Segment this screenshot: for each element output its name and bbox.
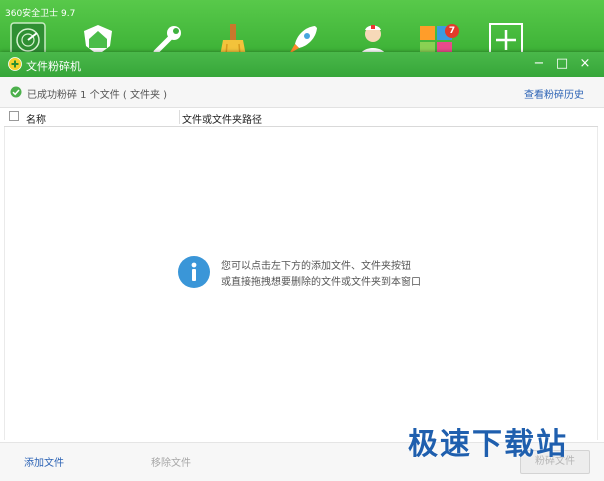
site-watermark: 极速下载站 (408, 427, 568, 462)
dialog-titlebar: 文件粉碎机 − □ × (0, 52, 604, 77)
status-bar: 已成功粉碎 1 个文件 ( 文件夹 ) 查看粉碎历史 (0, 77, 604, 108)
hint-text-line-1: 您可以点击左下方的添加文件、文件夹按钮 (221, 261, 411, 272)
view-history-link[interactable]: 查看粉碎历史 (524, 86, 584, 101)
file-table-header: 名称 文件或文件夹路径 (4, 108, 598, 127)
column-divider[interactable] (179, 110, 180, 124)
dialog-title: 文件粉碎机 (26, 60, 81, 73)
add-file-button[interactable]: 添加文件 (24, 454, 64, 469)
remove-file-button[interactable]: 移除文件 (151, 454, 191, 469)
success-check-icon (10, 86, 22, 98)
maximize-button[interactable]: □ (553, 55, 571, 73)
info-icon (178, 256, 210, 288)
app-title: 360安全卫士 9.7 (5, 9, 76, 19)
shredder-logo-icon (8, 57, 22, 71)
file-drop-list[interactable]: 您可以点击左下方的添加文件、文件夹按钮 或直接拖拽想要删除的文件或文件夹到本窗口 (4, 127, 598, 440)
notification-badge: 7 (445, 24, 459, 38)
hint-text-line-2: 或直接拖拽想要删除的文件或文件夹到本窗口 (221, 277, 421, 288)
close-button[interactable]: × (576, 55, 594, 73)
column-name-header[interactable]: 名称 (26, 111, 46, 126)
column-path-header[interactable]: 文件或文件夹路径 (182, 111, 262, 126)
status-message: 已成功粉碎 1 个文件 ( 文件夹 ) (27, 90, 168, 101)
select-all-checkbox[interactable] (9, 111, 19, 121)
file-shredder-dialog: 文件粉碎机 − □ × 已成功粉碎 1 个文件 ( 文件夹 ) 查看粉碎历史 名… (0, 52, 604, 481)
minimize-button[interactable]: − (530, 55, 548, 73)
